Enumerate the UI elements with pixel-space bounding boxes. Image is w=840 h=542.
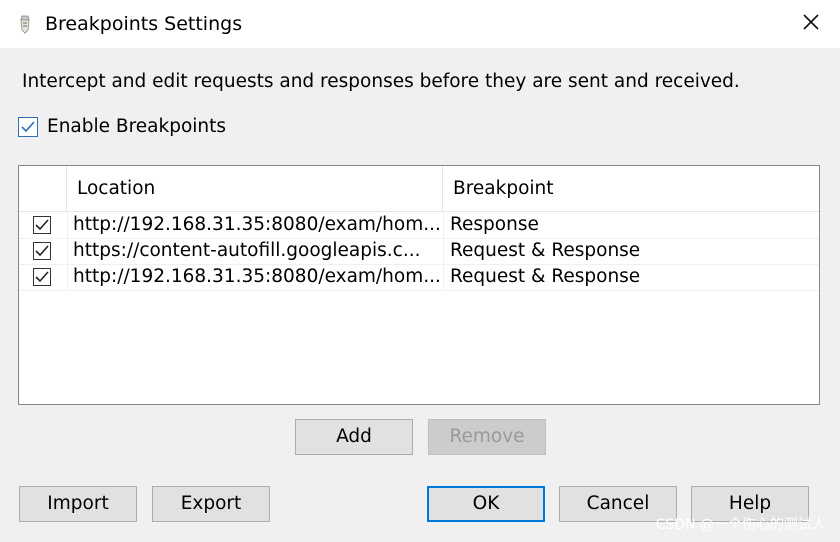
column-divider	[443, 211, 444, 289]
row-location: http://192.168.31.35:8080/exam/hom...	[73, 214, 441, 235]
title-bar: Breakpoints Settings	[0, 0, 840, 48]
add-button[interactable]: Add	[295, 419, 413, 455]
table-row[interactable]: https://content-autofill.googleapis.c...…	[19, 238, 819, 265]
ok-button[interactable]: OK	[427, 486, 545, 522]
checkmark-icon	[35, 271, 49, 283]
table-row[interactable]: http://192.168.31.35:8080/exam/hom... Re…	[19, 264, 819, 291]
remove-button[interactable]: Remove	[428, 419, 546, 455]
checkmark-icon	[35, 245, 49, 257]
close-icon	[802, 13, 820, 35]
column-header-enabled[interactable]	[19, 166, 67, 211]
row-enabled-checkbox[interactable]	[33, 242, 51, 260]
row-location: https://content-autofill.googleapis.c...	[73, 240, 421, 261]
row-location: http://192.168.31.35:8080/exam/hom...	[73, 266, 441, 287]
watermark: CSDN @一个伤心的测试人	[655, 517, 826, 533]
row-enabled-checkbox[interactable]	[33, 268, 51, 286]
intro-text: Intercept and edit requests and response…	[22, 71, 740, 92]
breakpoints-table[interactable]: Location Breakpoint http://192.168.31.35…	[18, 165, 820, 405]
column-header-breakpoint[interactable]: Breakpoint	[443, 166, 819, 211]
enable-breakpoints-checkbox-box[interactable]	[18, 117, 38, 137]
column-header-location[interactable]: Location	[67, 166, 443, 211]
row-breakpoint-type[interactable]: Request & Response	[450, 264, 810, 290]
enable-breakpoints-label: Enable Breakpoints	[47, 116, 227, 137]
close-button[interactable]	[782, 0, 840, 48]
import-button[interactable]: Import	[19, 486, 137, 522]
export-button[interactable]: Export	[152, 486, 270, 522]
column-divider	[67, 211, 68, 289]
enable-breakpoints-checkbox[interactable]: Enable Breakpoints	[18, 115, 226, 139]
charles-app-icon	[16, 14, 34, 34]
table-header: Location Breakpoint	[19, 166, 819, 212]
row-breakpoint-type[interactable]: Request & Response	[450, 238, 810, 264]
table-row[interactable]: http://192.168.31.35:8080/exam/hom... Re…	[19, 212, 819, 239]
row-enabled-checkbox[interactable]	[33, 216, 51, 234]
checkmark-icon	[21, 121, 35, 133]
checkmark-icon	[35, 219, 49, 231]
row-breakpoint-type[interactable]: Response	[450, 212, 810, 238]
window-title: Breakpoints Settings	[45, 13, 243, 35]
